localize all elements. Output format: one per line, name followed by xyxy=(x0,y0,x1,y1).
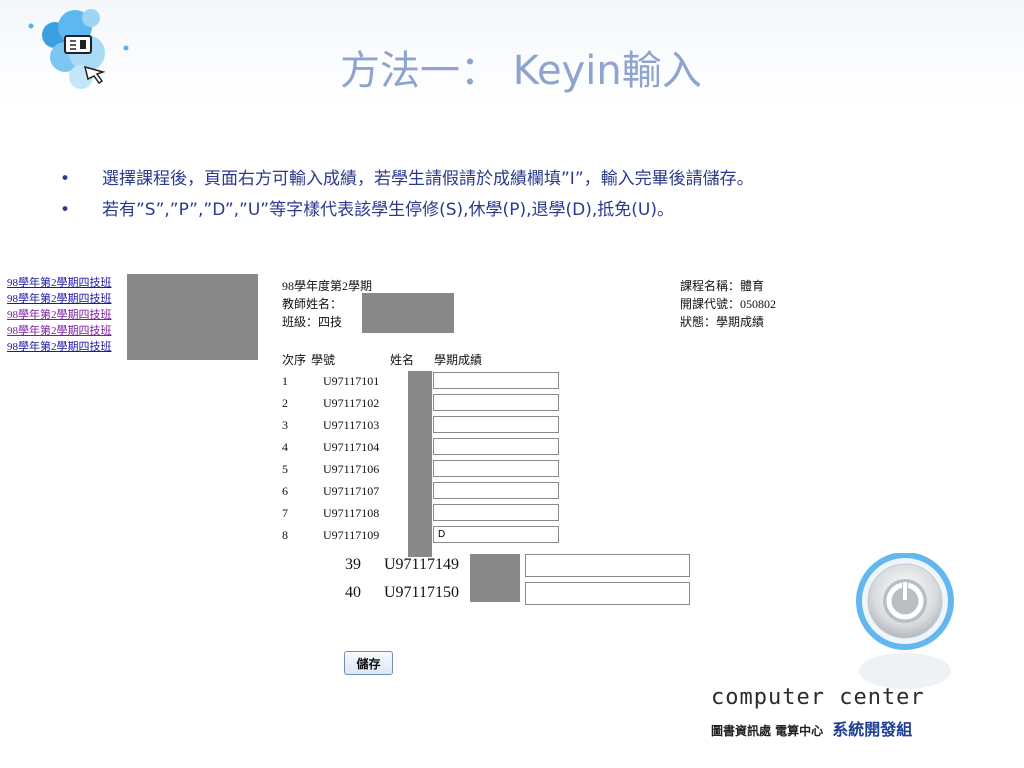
instruction-item: 選擇課程後，頁面右方可輸入成績，若學生請假請於成績欄填”I”，輸入完畢後請儲存。 xyxy=(60,164,1010,195)
brand-dept: 圖書資訊處 電算中心 xyxy=(711,724,824,738)
col-id: 學號 xyxy=(311,353,336,367)
score-input[interactable] xyxy=(433,438,559,455)
brand-group: 系統開發組 xyxy=(832,720,913,739)
score-input[interactable] xyxy=(433,504,559,521)
row-seq: 5 xyxy=(282,462,288,476)
col-score: 學期成績 xyxy=(434,353,483,367)
instruction-list: 選擇課程後，頁面右方可輸入成績，若學生請假請於成績欄填”I”，輸入完畢後請儲存。… xyxy=(60,164,1010,226)
row-seq: 3 xyxy=(282,418,288,432)
row-seq: 40 xyxy=(345,584,361,601)
course-link[interactable]: 98學年第2學期四技班 xyxy=(7,275,132,291)
brand-text: computer center xyxy=(711,685,925,710)
course-link[interactable]: 98學年第2學期四技班 xyxy=(7,339,132,355)
save-button[interactable]: 儲存 xyxy=(344,651,393,675)
status-label: 狀態：學期成績 xyxy=(680,315,765,329)
score-input[interactable] xyxy=(525,582,690,605)
row-student-id: U97117101 xyxy=(323,374,380,388)
row-student-id: U97117108 xyxy=(323,506,380,520)
score-input[interactable] xyxy=(433,460,559,477)
course-name-label: 課程名稱：體育 xyxy=(680,279,765,293)
redaction-block xyxy=(127,274,258,360)
course-link[interactable]: 98學年第2學期四技班 xyxy=(7,323,132,339)
power-icon xyxy=(856,553,954,689)
brand-subtitle: 圖書資訊處 電算中心 系統開發組 xyxy=(711,716,912,740)
row-seq: 39 xyxy=(345,556,361,573)
row-seq: 2 xyxy=(282,396,288,410)
row-student-id: U97117106 xyxy=(323,462,380,476)
col-seq: 次序 xyxy=(282,353,307,367)
row-student-id: U97117102 xyxy=(323,396,380,410)
row-student-id: U97117150 xyxy=(384,584,459,601)
instruction-item: 若有”S”,”P”,”D”,”U”等字樣代表該學生停修(S),休學(P),退學(… xyxy=(60,195,1010,226)
score-input[interactable] xyxy=(433,482,559,499)
score-input[interactable] xyxy=(433,394,559,411)
teacher-label: 教師姓名： xyxy=(282,297,343,311)
redaction-block xyxy=(362,293,454,333)
row-seq: 6 xyxy=(282,484,288,498)
row-student-id: U97117149 xyxy=(384,556,459,573)
score-input[interactable] xyxy=(433,372,559,389)
row-seq: 1 xyxy=(282,374,288,388)
row-student-id: U97117109 xyxy=(323,528,380,542)
row-seq: 8 xyxy=(282,528,288,542)
semester-label: 98學年度第2學期 xyxy=(282,279,373,293)
row-student-id: U97117103 xyxy=(323,418,380,432)
row-seq: 7 xyxy=(282,506,288,520)
class-label: 班級：四技 xyxy=(282,315,343,329)
score-input[interactable] xyxy=(525,554,690,577)
col-name: 姓名 xyxy=(390,353,415,367)
row-seq: 4 xyxy=(282,440,288,454)
course-code-label: 開課代號：050802 xyxy=(680,297,777,311)
redaction-block xyxy=(408,371,432,557)
course-link[interactable]: 98學年第2學期四技班 xyxy=(7,291,132,307)
row-student-id: U97117104 xyxy=(323,440,380,454)
score-input[interactable] xyxy=(433,416,559,433)
score-input[interactable] xyxy=(433,526,559,543)
redaction-block xyxy=(470,554,520,602)
row-student-id: U97117107 xyxy=(323,484,380,498)
course-link[interactable]: 98學年第2學期四技班 xyxy=(7,307,132,323)
logo-icon xyxy=(28,9,129,89)
course-list: 98學年第2學期四技班 98學年第2學期四技班 98學年第2學期四技班 98學年… xyxy=(7,275,132,355)
slide-title: 方法一： Keyin輸入 xyxy=(340,48,702,94)
